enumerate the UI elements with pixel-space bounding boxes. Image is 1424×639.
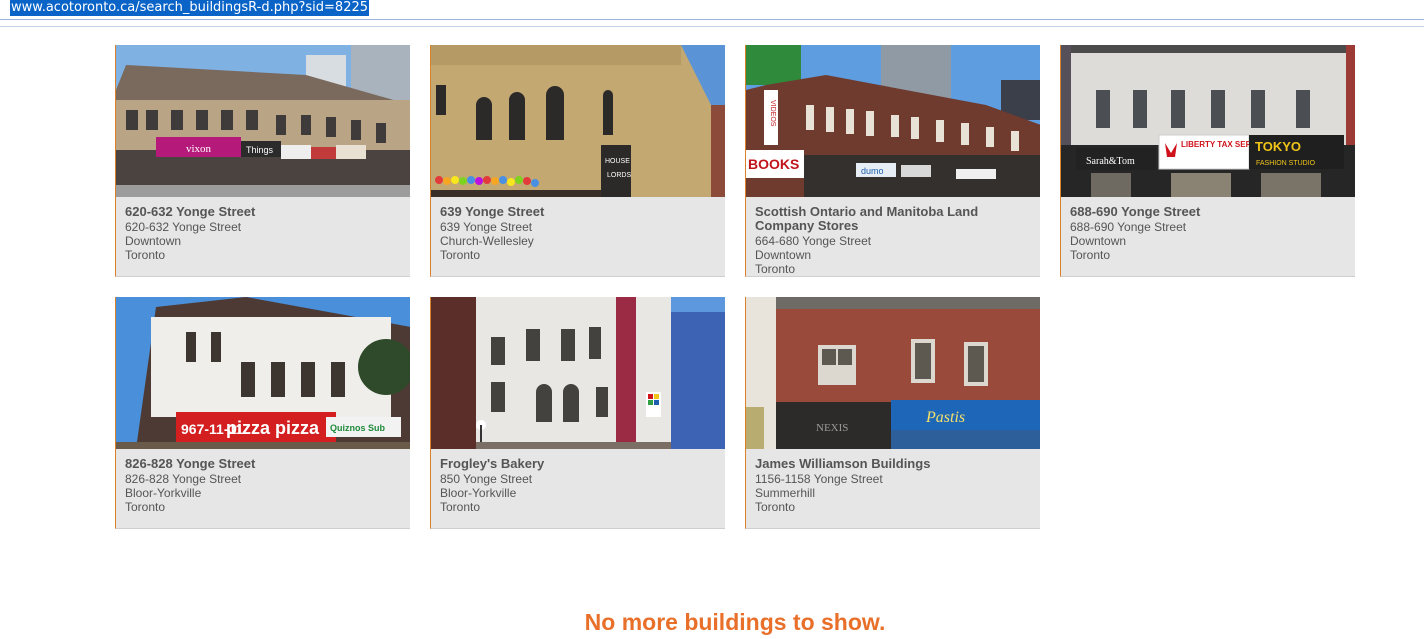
- sign-text: vixon: [186, 143, 212, 155]
- building-title[interactable]: Frogley's Bakery: [440, 457, 725, 471]
- sign-text: VIDEOS: [769, 100, 776, 127]
- building-photo[interactable]: HOUSE LORDS: [431, 45, 725, 197]
- building-card[interactable]: vixon Things 620-632 Yonge Street 620-63…: [115, 45, 410, 277]
- building-photo[interactable]: vixon Things: [116, 45, 410, 197]
- building-district: Downtown: [1070, 234, 1127, 248]
- building-address: 664-680 Yonge Street: [755, 234, 872, 248]
- sign-text: NEXIS: [816, 422, 848, 434]
- building-card[interactable]: Sarah&Tom LIBERTY TAX SERVICE TOKYO FASH…: [1060, 45, 1355, 277]
- sign-text: Quiznos Sub: [330, 423, 386, 433]
- sign-text: Sarah&Tom: [1086, 156, 1135, 167]
- sign-text: LORDS: [607, 172, 631, 179]
- no-more-results-message: No more buildings to show.: [584, 609, 886, 635]
- building-card[interactable]: HOUSE LORDS 639 Yonge Street 639 Yonge S…: [430, 45, 725, 277]
- building-address: 688-690 Yonge Street: [1070, 220, 1187, 234]
- building-city: Toronto: [125, 248, 166, 262]
- building-title[interactable]: 620-632 Yonge Street: [125, 205, 410, 219]
- building-photo[interactable]: VIDEOS BOOKS dumo: [746, 45, 1040, 197]
- building-title[interactable]: James Williamson Buildings: [755, 457, 1040, 471]
- sign-text: TOKYO: [1255, 139, 1301, 154]
- building-district: Summerhill: [755, 486, 816, 500]
- building-photo[interactable]: NEXIS Pastis: [746, 297, 1040, 449]
- building-info: Scottish Ontario and Manitoba Land Compa…: [746, 197, 1040, 277]
- building-info: 826-828 Yonge Street 826-828 Yonge Stree…: [116, 449, 410, 515]
- building-district: Church-Wellesley: [440, 234, 534, 248]
- building-info: 620-632 Yonge Street 620-632 Yonge Stree…: [116, 197, 410, 263]
- building-info: Frogley's Bakery 850 Yonge Street Bloor-…: [431, 449, 725, 515]
- building-title[interactable]: Scottish Ontario and Manitoba Land Compa…: [755, 205, 1040, 233]
- building-district: Downtown: [125, 234, 182, 248]
- url-text[interactable]: www.acotoronto.ca/search_buildingsR-d.ph…: [10, 0, 370, 16]
- building-city: Toronto: [755, 500, 796, 514]
- building-city: Toronto: [125, 500, 166, 514]
- building-city: Toronto: [755, 262, 796, 276]
- sign-text: BOOKS: [748, 156, 799, 172]
- address-bar-divider: [0, 19, 1424, 20]
- sign-text: Things: [246, 145, 274, 155]
- address-bar[interactable]: www.acotoronto.ca/search_buildingsR-d.ph…: [0, 0, 1424, 27]
- building-photo[interactable]: 967-11-11 pizza pizza Quiznos Sub: [116, 297, 410, 449]
- building-title[interactable]: 639 Yonge Street: [440, 205, 725, 219]
- sign-text: dumo: [861, 166, 884, 176]
- building-photo[interactable]: [431, 297, 725, 449]
- building-card[interactable]: NEXIS Pastis James Williamson Buildings …: [745, 297, 1040, 529]
- building-address: 850 Yonge Street: [440, 472, 533, 486]
- building-title[interactable]: 688-690 Yonge Street: [1070, 205, 1355, 219]
- building-address: 1156-1158 Yonge Street: [755, 472, 883, 486]
- building-address: 826-828 Yonge Street: [125, 472, 242, 486]
- building-card[interactable]: 967-11-11 pizza pizza Quiznos Sub 826-82…: [115, 297, 410, 529]
- building-district: Bloor-Yorkville: [440, 486, 517, 500]
- building-card[interactable]: VIDEOS BOOKS dumo Scottish Ontario and M…: [745, 45, 1040, 277]
- sign-text: pizza pizza: [226, 418, 320, 438]
- building-address: 620-632 Yonge Street: [125, 220, 242, 234]
- sign-text: HOUSE: [605, 158, 630, 165]
- building-info: James Williamson Buildings 1156-1158 Yon…: [746, 449, 1040, 515]
- building-district: Downtown: [755, 248, 812, 262]
- building-card[interactable]: Frogley's Bakery 850 Yonge Street Bloor-…: [430, 297, 725, 529]
- building-city: Toronto: [440, 500, 481, 514]
- building-title[interactable]: 826-828 Yonge Street: [125, 457, 410, 471]
- sign-text: Pastis: [925, 409, 965, 426]
- building-photo[interactable]: Sarah&Tom LIBERTY TAX SERVICE TOKYO FASH…: [1061, 45, 1355, 197]
- building-district: Bloor-Yorkville: [125, 486, 202, 500]
- sign-text: FASHION STUDIO: [1256, 160, 1316, 167]
- building-city: Toronto: [1070, 248, 1111, 262]
- building-info: 688-690 Yonge Street 688-690 Yonge Stree…: [1061, 197, 1355, 263]
- building-address: 639 Yonge Street: [440, 220, 533, 234]
- building-city: Toronto: [440, 248, 481, 262]
- building-info: 639 Yonge Street 639 Yonge Street Church…: [431, 197, 725, 263]
